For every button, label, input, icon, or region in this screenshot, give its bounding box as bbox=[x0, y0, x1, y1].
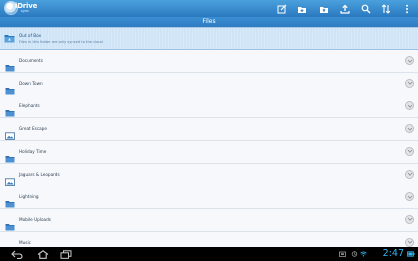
file-name: Down Town bbox=[19, 80, 43, 86]
file-name: Jaguars & Leopards bbox=[19, 171, 60, 177]
file-name: Elephants bbox=[19, 103, 40, 109]
expand-chevron-icon[interactable] bbox=[405, 124, 414, 134]
folder-icon bbox=[5, 80, 15, 95]
file-row[interactable]: Elephants bbox=[0, 95, 418, 119]
battery-icon bbox=[407, 251, 415, 257]
file-row[interactable]: Holiday Time bbox=[0, 140, 418, 164]
expand-chevron-icon[interactable] bbox=[405, 78, 414, 88]
expand-chevron-icon[interactable] bbox=[405, 192, 414, 202]
banner-title: Out of Box bbox=[19, 33, 42, 38]
banner-subtitle: Files in this folder are only synced to … bbox=[19, 40, 103, 44]
file-row[interactable]: Great Escape bbox=[0, 118, 418, 142]
expand-chevron-icon[interactable] bbox=[405, 101, 414, 111]
app-window: iDrive sync Files Out of Box Files in th… bbox=[0, 0, 418, 261]
image-folder-icon bbox=[5, 171, 15, 186]
out-of-box-folder-icon bbox=[4, 35, 15, 43]
file-name: Holiday Time bbox=[19, 148, 47, 154]
expand-chevron-icon[interactable] bbox=[405, 169, 414, 179]
file-name: Documents bbox=[19, 58, 43, 63]
sync-status-icon bbox=[351, 251, 358, 257]
folder-icon bbox=[5, 148, 15, 163]
clock: 2:47 bbox=[382, 248, 404, 259]
app-logo: iDrive sync bbox=[5, 2, 37, 15]
folder-icon bbox=[5, 216, 15, 231]
upload-icon[interactable] bbox=[338, 2, 352, 15]
home-icon[interactable] bbox=[36, 249, 50, 259]
folder-icon bbox=[5, 57, 15, 72]
wifi-icon bbox=[360, 251, 367, 257]
expand-chevron-icon[interactable] bbox=[405, 237, 414, 247]
folder-icon bbox=[5, 193, 15, 208]
logo-subtext: sync bbox=[21, 9, 30, 13]
file-row[interactable]: Jaguars & Leopards bbox=[0, 163, 418, 187]
sync-banner[interactable]: Out of Box Files in this folder are only… bbox=[0, 28, 418, 50]
file-row[interactable]: Documents bbox=[0, 50, 418, 73]
expand-chevron-icon[interactable] bbox=[405, 214, 414, 224]
file-name: Lightning bbox=[19, 194, 39, 200]
folder-icon bbox=[5, 239, 15, 247]
search-icon[interactable] bbox=[359, 2, 373, 15]
overflow-menu-icon[interactable] bbox=[400, 2, 414, 15]
system-nav-bar: 2:47 bbox=[0, 247, 418, 261]
page-title: Files bbox=[0, 17, 418, 28]
image-folder-icon bbox=[5, 125, 15, 140]
expand-chevron-icon[interactable] bbox=[405, 56, 414, 65]
file-name: Mobile Uploads bbox=[19, 216, 51, 222]
recent-apps-icon[interactable] bbox=[59, 249, 73, 259]
new-folder-icon[interactable] bbox=[295, 2, 309, 15]
back-icon[interactable] bbox=[10, 249, 24, 259]
file-name: Music bbox=[19, 239, 31, 245]
file-list: Documents Down Town Elephants Great Escape H… bbox=[0, 50, 418, 247]
file-row[interactable]: Down Town bbox=[0, 72, 418, 96]
action-bar: iDrive sync bbox=[0, 0, 418, 18]
file-row[interactable]: Music bbox=[0, 231, 418, 247]
edit-icon[interactable] bbox=[275, 2, 289, 15]
expand-chevron-icon[interactable] bbox=[405, 146, 414, 156]
sort-icon[interactable] bbox=[379, 2, 393, 15]
folder-icon bbox=[5, 102, 15, 117]
file-row[interactable]: Lightning bbox=[0, 186, 418, 210]
upload-folder-icon[interactable] bbox=[317, 2, 331, 15]
file-name: Great Escape bbox=[19, 126, 47, 132]
storage-icon bbox=[339, 251, 346, 257]
file-row[interactable]: Mobile Uploads bbox=[0, 208, 418, 232]
